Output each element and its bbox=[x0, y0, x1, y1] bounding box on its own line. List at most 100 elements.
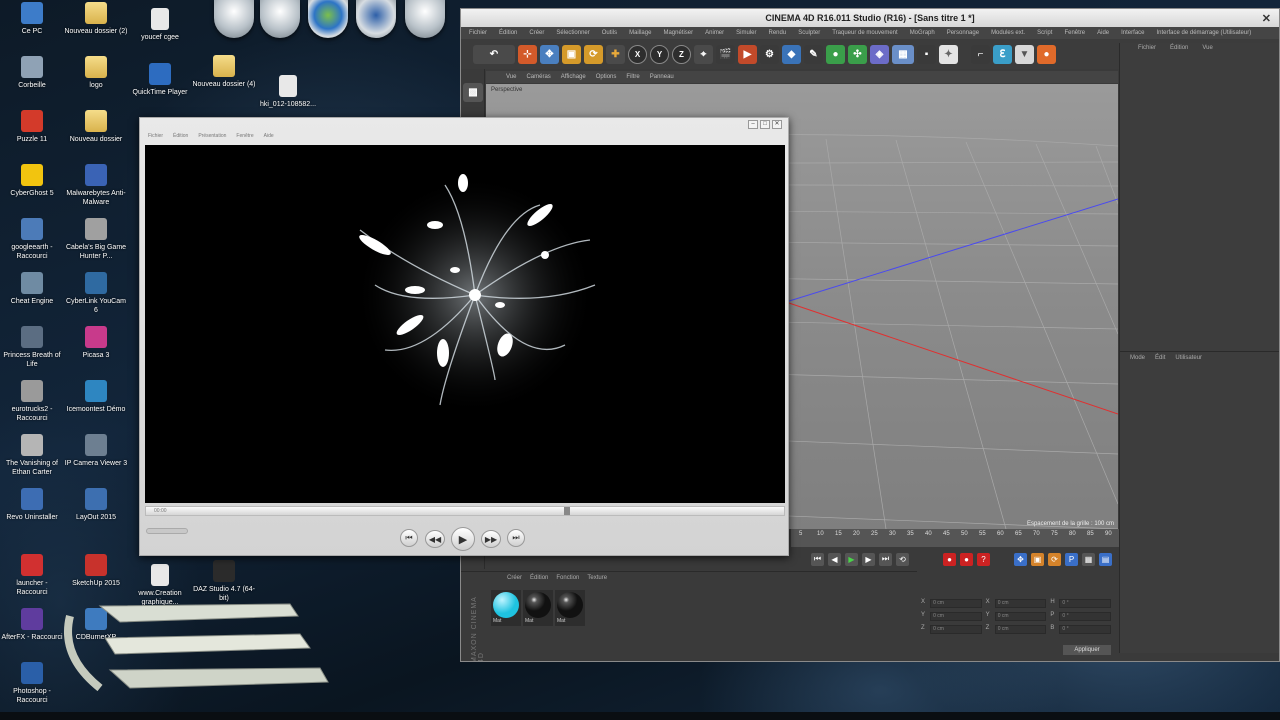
desktop-icon[interactable]: Corbeille bbox=[0, 56, 64, 90]
next-icon[interactable]: ⏭ bbox=[507, 529, 525, 547]
floor-icon[interactable]: ▦ bbox=[892, 44, 914, 64]
viewport-menu-item[interactable]: Caméras bbox=[526, 71, 550, 83]
scale-icon[interactable]: ▣ bbox=[562, 44, 581, 64]
panel-menu-item[interactable]: Vue bbox=[1202, 43, 1212, 53]
material-swatch[interactable]: Mat bbox=[523, 590, 553, 626]
desktop-icon[interactable]: Nouveau dossier bbox=[64, 110, 128, 144]
menu-item[interactable]: Sélectionner bbox=[556, 27, 589, 39]
menu-item[interactable]: Rendu bbox=[769, 27, 787, 39]
viewport-menu-item[interactable]: Filtre bbox=[626, 71, 639, 83]
desktop-icon[interactable]: The Vanishing of Ethan Carter bbox=[0, 434, 64, 477]
record-icon[interactable]: ● bbox=[943, 552, 956, 566]
coordinate-field[interactable]: 0 cm bbox=[994, 625, 1047, 634]
desktop-icon[interactable]: IP Camera Viewer 3 bbox=[64, 434, 128, 468]
menu-item[interactable]: Créer bbox=[529, 27, 544, 39]
desktop-icon[interactable]: youcef cgee bbox=[128, 8, 192, 42]
player-menu-item[interactable]: Présentation bbox=[198, 132, 226, 140]
fast-forward-icon[interactable]: ▶▶ bbox=[481, 530, 501, 548]
previous-icon[interactable]: ⏮ bbox=[400, 529, 418, 547]
param-key-icon[interactable]: P bbox=[1065, 552, 1078, 566]
player-menu-item[interactable]: Aide bbox=[264, 132, 274, 140]
subdivision-icon[interactable]: ● bbox=[826, 44, 845, 64]
desktop-icon[interactable]: Photoshop - Raccourci bbox=[0, 662, 64, 705]
close-icon[interactable]: ✕ bbox=[1262, 10, 1271, 28]
coordinate-system-icon[interactable]: ⌖ bbox=[694, 44, 713, 64]
taskbar-orb-icon[interactable] bbox=[214, 0, 254, 38]
material-menu-item[interactable]: Texture bbox=[587, 572, 607, 584]
desktop-icon[interactable]: googleearth - Raccourci bbox=[0, 218, 64, 261]
deformer-icon[interactable]: ◈ bbox=[870, 44, 889, 64]
menu-item[interactable]: Interface de démarrage (Utilisateur) bbox=[1157, 27, 1252, 39]
desktop-icon[interactable]: CyberGhost 5 bbox=[0, 164, 64, 198]
coordinate-field[interactable]: 0 ° bbox=[1059, 599, 1111, 608]
y-axis-icon[interactable]: Y bbox=[650, 44, 669, 64]
player-menu-item[interactable]: Fenêtre bbox=[236, 132, 253, 140]
panel-menu-item[interactable]: Édit bbox=[1155, 352, 1165, 363]
live-selection-icon[interactable]: ⊹ bbox=[518, 44, 537, 64]
video-display[interactable] bbox=[145, 145, 785, 503]
close-icon[interactable]: ✕ bbox=[772, 120, 782, 129]
viewport-menu-item[interactable]: Affichage bbox=[561, 71, 586, 83]
desktop-icon[interactable]: SketchUp 2015 bbox=[64, 554, 128, 588]
scale-key-icon[interactable]: ▣ bbox=[1031, 552, 1044, 566]
render-view-icon[interactable]: 🎬 bbox=[716, 44, 735, 64]
menu-item[interactable]: Maillage bbox=[629, 27, 651, 39]
sculpt-icon[interactable]: ▼ bbox=[1015, 44, 1034, 64]
menu-item[interactable]: Simuler bbox=[736, 27, 756, 39]
menu-item[interactable]: Personnage bbox=[947, 27, 979, 39]
next-frame-icon[interactable]: ▶ bbox=[862, 552, 875, 566]
menu-item[interactable]: Outils bbox=[602, 27, 617, 39]
menu-item[interactable]: Fichier bbox=[469, 27, 487, 39]
windows-orb-icon[interactable] bbox=[308, 0, 348, 38]
desktop-icon[interactable]: Malwarebytes Anti-Malware bbox=[64, 164, 128, 207]
taskbar-orb-icon[interactable] bbox=[260, 0, 300, 38]
menu-item[interactable]: Traqueur de mouvement bbox=[832, 27, 897, 39]
minimize-icon[interactable]: – bbox=[748, 120, 758, 129]
coordinate-field[interactable]: 0 cm bbox=[994, 599, 1047, 608]
player-menu-item[interactable]: Fichier bbox=[148, 132, 163, 140]
computer-orb-icon[interactable] bbox=[356, 0, 396, 38]
coordinate-field[interactable]: 0 cm bbox=[930, 599, 982, 608]
panel-menu-item[interactable]: Édition bbox=[1170, 43, 1188, 53]
keyframe-icon[interactable]: ? bbox=[977, 552, 990, 566]
coordinate-field[interactable]: 0 cm bbox=[994, 612, 1047, 621]
motion-tracker-icon[interactable]: ● bbox=[1037, 44, 1056, 64]
desktop-icon[interactable]: Nouveau dossier (2) bbox=[64, 2, 128, 36]
coordinate-field[interactable]: 0 cm bbox=[930, 612, 982, 621]
x-axis-icon[interactable]: X bbox=[628, 44, 647, 64]
desktop-icon[interactable]: launcher - Raccourci bbox=[0, 554, 64, 597]
previous-frame-icon[interactable]: ◀ bbox=[828, 552, 841, 566]
menu-item[interactable]: Magnétiser bbox=[663, 27, 693, 39]
menu-item[interactable]: Interface bbox=[1121, 27, 1144, 39]
timeline-ruler[interactable]: 5 10 15 20 25 30 35 40 45 50 55 60 65 70 75 80 85 90 bbox=[791, 529, 1119, 547]
loop-icon[interactable]: ⟲ bbox=[896, 552, 909, 566]
menu-item[interactable]: MoGraph bbox=[910, 27, 935, 39]
play-icon[interactable]: ▶ bbox=[845, 552, 858, 566]
autokey-icon[interactable]: ● bbox=[960, 552, 973, 566]
desktop-icon[interactable]: Picasa 3 bbox=[64, 326, 128, 360]
render-settings-icon[interactable]: ⚙ bbox=[760, 44, 779, 64]
desktop-icon[interactable]: Icemoontest Démo bbox=[64, 380, 128, 414]
model-mode-icon[interactable]: ▩ bbox=[463, 83, 483, 102]
apply-button[interactable]: Appliquer bbox=[1063, 645, 1111, 655]
snap-icon[interactable]: ⌐ bbox=[971, 44, 990, 64]
desktop-icon[interactable]: hki_012-108582... bbox=[256, 75, 320, 109]
clock-orb-icon[interactable] bbox=[405, 0, 445, 38]
rewind-icon[interactable]: ◀◀ bbox=[425, 530, 445, 548]
panel-menu-item[interactable]: Utilisateur bbox=[1175, 352, 1202, 363]
panel-menu-item[interactable]: Mode bbox=[1130, 352, 1145, 363]
desktop-icon[interactable]: Nouveau dossier (4) bbox=[192, 55, 256, 89]
desktop-icon[interactable]: AfterFX - Raccourci bbox=[0, 608, 64, 642]
go-to-end-icon[interactable]: ⏭ bbox=[879, 552, 892, 566]
player-title-bar[interactable]: – □ ✕ bbox=[140, 118, 788, 132]
volume-slider[interactable] bbox=[146, 528, 188, 534]
scrub-thumb[interactable] bbox=[564, 507, 571, 515]
material-menu-item[interactable]: Édition bbox=[530, 572, 548, 584]
array-icon[interactable]: ✣ bbox=[848, 44, 867, 64]
desktop-icon[interactable]: logo bbox=[64, 56, 128, 90]
go-to-start-icon[interactable]: ⏮ bbox=[811, 552, 824, 566]
pla-key-icon[interactable]: ▦ bbox=[1082, 552, 1095, 566]
desktop-icon[interactable]: Puzzle 11 bbox=[0, 110, 64, 144]
coordinate-field[interactable]: 0 ° bbox=[1059, 612, 1111, 621]
material-swatch[interactable]: Mat bbox=[555, 590, 585, 626]
